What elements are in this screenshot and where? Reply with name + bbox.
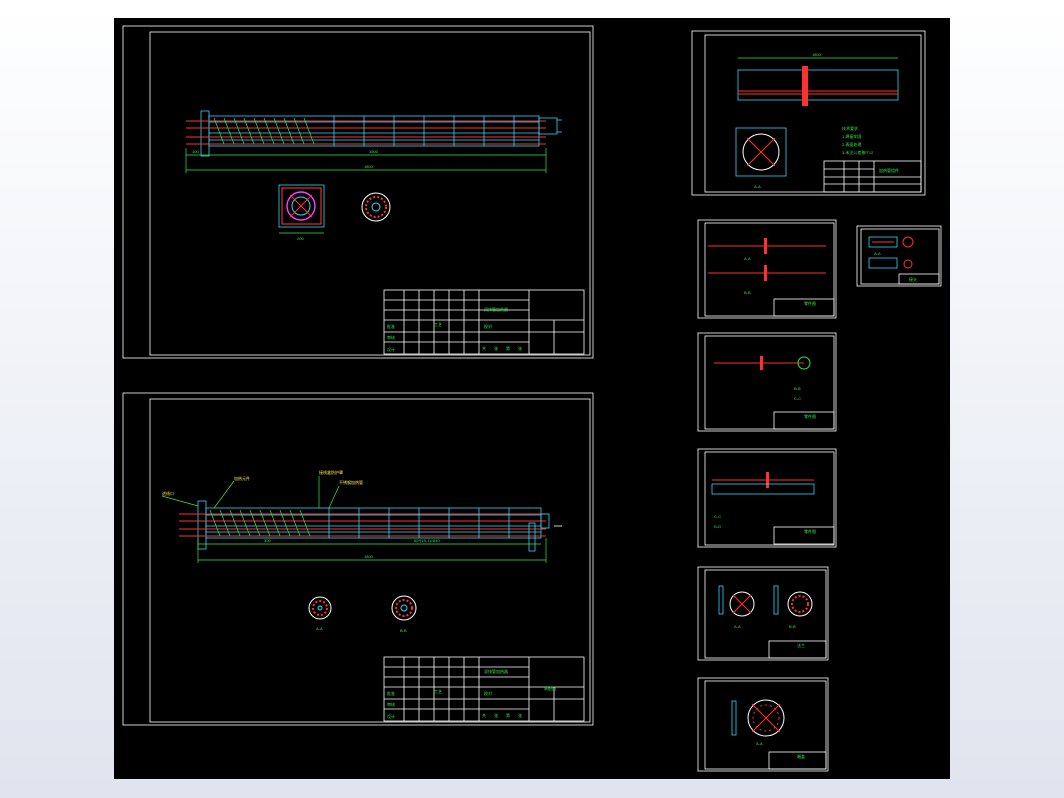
annotation-text: 进线口 xyxy=(162,490,174,496)
annotation-text: 接线盒防护罩 xyxy=(319,469,343,475)
sheet-inner-border xyxy=(149,398,591,723)
end-view-a: A-A xyxy=(308,596,332,631)
title-block-cell: 审核 xyxy=(387,334,395,340)
section-label: C-C xyxy=(714,514,721,519)
sheet-outer-border xyxy=(122,392,594,726)
dim-sub-label: 1500 xyxy=(369,149,379,154)
tech-note: 2.表面处理 xyxy=(842,141,861,147)
section-label: A-A xyxy=(874,251,881,256)
sheet-outer-border xyxy=(122,25,594,359)
title-block-cell: 校对 xyxy=(484,323,492,329)
title-block-title: 接头 xyxy=(909,276,917,282)
sheet-part-3[interactable]: B-B C-C 零件图 xyxy=(697,332,837,432)
title-block-title: 零件图 xyxy=(804,300,816,306)
title-block-cell: 第 xyxy=(506,345,510,351)
cad-drawing: 1500 1800 100 200 双排管加热器 批准 审核 设计 工艺 校对 … xyxy=(122,25,942,772)
dim-top-label: 1800 xyxy=(812,52,822,57)
sheet-part-1[interactable]: 1800 A-A 技术要求 1.焊接牢固 2.表面处理 3.未注公差按IT12 … xyxy=(691,30,926,196)
sheet-main-2[interactable]: 加热元件 不锈钢加热管 接线盒防护罩 进线口 300 60*(15-1)=840… xyxy=(122,392,594,726)
sheet-part-4[interactable]: C-C D-D 零件图 xyxy=(697,448,837,548)
title-block-title: 双排管加热器 xyxy=(484,306,508,312)
section-label: B-B xyxy=(744,290,751,295)
dim-sub-label: 300 xyxy=(264,538,271,543)
title-block-cell: 张 xyxy=(518,712,522,718)
title-block-cell: 第 xyxy=(506,712,510,718)
dim-pitch-label: 60*(15-1)=840 xyxy=(414,538,440,543)
annotation-text: 加热元件 xyxy=(234,475,250,481)
heater-end-view xyxy=(361,192,391,222)
section-label: B-B xyxy=(400,628,407,633)
sheet-outer-border xyxy=(697,566,829,661)
title-block-cell: 设计 xyxy=(387,713,395,719)
sheet-main-1[interactable]: 1500 1800 100 200 双排管加热器 批准 审核 设计 工艺 校对 … xyxy=(122,25,594,359)
dim-total-label: 1800 xyxy=(364,164,374,169)
dim-left-label: 100 xyxy=(192,149,199,154)
title-block-title: 端盖 xyxy=(797,753,805,759)
title-block-title: 法兰 xyxy=(797,642,805,648)
section-label: A-A xyxy=(734,624,741,629)
section-label: B-B xyxy=(794,386,801,391)
tech-note: 技术要求 xyxy=(842,125,858,131)
sheet-part-2[interactable]: A-A B-B 零件图 xyxy=(697,219,837,319)
title-block-subtitle: 装配图 xyxy=(544,685,556,691)
title-block-cell: 审核 xyxy=(387,701,395,707)
leader-annotations: 加热元件 不锈钢加热管 接线盒防护罩 进线口 xyxy=(161,469,363,509)
title-block-cell: 批准 xyxy=(387,690,395,696)
annotation-text: 不锈钢加热管 xyxy=(339,479,363,485)
sheet-small[interactable]: A-A 接头 xyxy=(856,225,942,287)
dimension-lines: 1500 1800 100 xyxy=(185,148,547,173)
title-block-title: 零件图 xyxy=(804,413,816,419)
tech-note: 1.焊接牢固 xyxy=(842,133,861,139)
title-block-cell: 共 xyxy=(482,712,486,718)
title-block: 双排管加热器 批准 审核 设计 工艺 校对 共 张 第 张 xyxy=(383,289,585,355)
end-view-b: B-B xyxy=(391,595,417,633)
dimension-lines: 300 60*(15-1)=840 1800 xyxy=(197,538,547,563)
title-block-cell: 设计 xyxy=(387,346,395,352)
heater-assembly xyxy=(179,500,562,552)
title-block-cell: 张 xyxy=(494,345,498,351)
section-label: A-A xyxy=(744,256,751,261)
section-dim-label: 200 xyxy=(297,236,304,241)
flange-section-view: 200 xyxy=(278,184,325,241)
title-block-cell: 校对 xyxy=(484,690,492,696)
title-block-title: 零件图 xyxy=(804,528,816,534)
section-label: A-A xyxy=(316,626,323,631)
title-block-cell: 批准 xyxy=(387,323,395,329)
title-block-cell: 张 xyxy=(494,712,498,718)
tube-outline xyxy=(737,69,899,101)
title-block xyxy=(898,273,940,285)
title-block: 双排管加热器 装配图 批准 审核 设计 工艺 校对 共 张 第 张 xyxy=(383,656,585,722)
title-block-cell: 工艺 xyxy=(434,689,442,694)
section-label: A-A xyxy=(756,741,763,746)
sheet-part-5[interactable]: A-A B-B 法兰 xyxy=(697,566,829,661)
cad-drawing-canvas[interactable]: 1500 1800 100 200 双排管加热器 批准 审核 设计 工艺 校对 … xyxy=(114,18,950,779)
title-block-cell: 工艺 xyxy=(434,322,442,327)
tech-note: 3.未注公差按IT12 xyxy=(842,149,874,155)
title-block-cell: 张 xyxy=(518,345,522,351)
title-block xyxy=(823,160,922,193)
section-label: C-C xyxy=(794,396,801,401)
sheet-outer-border xyxy=(697,677,829,772)
title-block-title: 加热管组件 xyxy=(879,167,899,173)
sheet-inner-border xyxy=(149,31,591,356)
section-label: B-B xyxy=(789,624,796,629)
title-block-cell: 共 xyxy=(482,345,486,351)
section-label: A-A xyxy=(754,184,761,189)
section-label: D-D xyxy=(714,524,721,529)
title-block-title: 双排管加热器 xyxy=(484,668,508,674)
dim-total-label: 1800 xyxy=(364,554,374,559)
sheet-inner-border xyxy=(704,680,827,770)
sheet-part-6[interactable]: A-A 端盖 xyxy=(697,677,829,772)
